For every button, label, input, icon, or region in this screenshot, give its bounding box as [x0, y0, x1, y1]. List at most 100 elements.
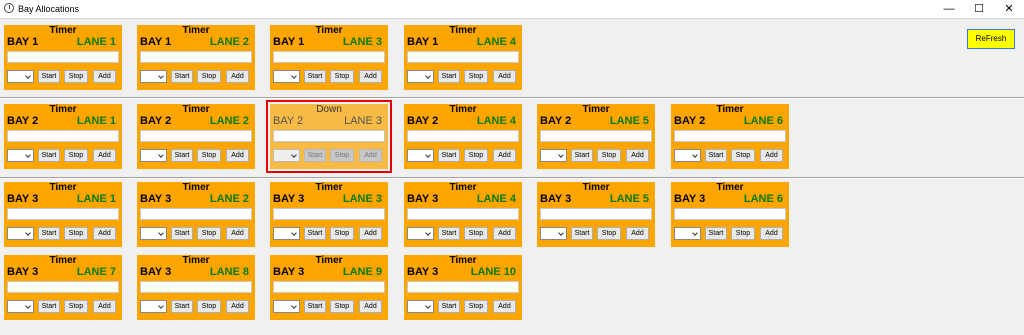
add-button[interactable]: Add	[226, 149, 249, 162]
timer-display-field[interactable]	[407, 281, 519, 293]
close-button[interactable]: ✕	[994, 0, 1024, 18]
stop-button[interactable]: Stop	[464, 227, 488, 240]
add-button[interactable]: Add	[93, 300, 116, 313]
stop-button[interactable]: Stop	[64, 149, 88, 162]
duration-dropdown[interactable]	[140, 149, 167, 162]
timer-display-field[interactable]	[273, 130, 385, 142]
add-button[interactable]: Add	[493, 300, 516, 313]
start-button[interactable]: Start	[438, 300, 460, 313]
add-button[interactable]: Add	[226, 300, 249, 313]
duration-dropdown[interactable]	[407, 227, 434, 240]
start-button[interactable]: Start	[38, 300, 60, 313]
timer-display-field[interactable]	[7, 130, 119, 142]
start-button[interactable]: Start	[438, 70, 460, 83]
timer-display-field[interactable]	[273, 281, 385, 293]
duration-dropdown[interactable]	[7, 227, 34, 240]
stop-button[interactable]: Stop	[731, 227, 755, 240]
start-button[interactable]: Start	[304, 149, 326, 162]
stop-button[interactable]: Stop	[197, 300, 221, 313]
stop-button[interactable]: Stop	[464, 149, 488, 162]
start-button[interactable]: Start	[705, 227, 727, 240]
add-button[interactable]: Add	[359, 149, 382, 162]
stop-button[interactable]: Stop	[64, 300, 88, 313]
duration-dropdown[interactable]	[540, 149, 567, 162]
timer-display-field[interactable]	[273, 51, 385, 63]
duration-dropdown[interactable]	[140, 227, 167, 240]
stop-button[interactable]: Stop	[330, 70, 354, 83]
add-button[interactable]: Add	[626, 227, 649, 240]
stop-button[interactable]: Stop	[197, 149, 221, 162]
duration-dropdown[interactable]	[540, 227, 567, 240]
timer-display-field[interactable]	[674, 130, 786, 142]
timer-display-field[interactable]	[140, 130, 252, 142]
timer-display-field[interactable]	[540, 130, 652, 142]
start-button[interactable]: Start	[38, 227, 60, 240]
maximize-button[interactable]: ☐	[964, 0, 994, 18]
stop-button[interactable]: Stop	[197, 227, 221, 240]
add-button[interactable]: Add	[493, 70, 516, 83]
stop-button[interactable]: Stop	[330, 227, 354, 240]
add-button[interactable]: Add	[760, 227, 783, 240]
stop-button[interactable]: Stop	[731, 149, 755, 162]
stop-button[interactable]: Stop	[330, 300, 354, 313]
add-button[interactable]: Add	[760, 149, 783, 162]
add-button[interactable]: Add	[93, 149, 116, 162]
duration-dropdown[interactable]	[273, 227, 300, 240]
add-button[interactable]: Add	[93, 227, 116, 240]
timer-display-field[interactable]	[674, 208, 786, 220]
duration-dropdown[interactable]	[407, 300, 434, 313]
duration-dropdown[interactable]	[674, 149, 701, 162]
add-button[interactable]: Add	[493, 149, 516, 162]
start-button[interactable]: Start	[38, 149, 60, 162]
start-button[interactable]: Start	[438, 149, 460, 162]
timer-display-field[interactable]	[7, 51, 119, 63]
duration-dropdown[interactable]	[7, 149, 34, 162]
timer-display-field[interactable]	[7, 208, 119, 220]
start-button[interactable]: Start	[304, 227, 326, 240]
timer-display-field[interactable]	[407, 208, 519, 220]
start-button[interactable]: Start	[171, 70, 193, 83]
duration-dropdown[interactable]	[674, 227, 701, 240]
add-button[interactable]: Add	[226, 70, 249, 83]
add-button[interactable]: Add	[493, 227, 516, 240]
start-button[interactable]: Start	[438, 227, 460, 240]
timer-display-field[interactable]	[407, 51, 519, 63]
add-button[interactable]: Add	[359, 227, 382, 240]
refresh-button[interactable]: ReFresh	[967, 29, 1015, 49]
start-button[interactable]: Start	[571, 149, 593, 162]
minimize-button[interactable]: —	[934, 0, 964, 18]
timer-display-field[interactable]	[140, 208, 252, 220]
add-button[interactable]: Add	[626, 149, 649, 162]
duration-dropdown[interactable]	[407, 70, 434, 83]
start-button[interactable]: Start	[38, 70, 60, 83]
start-button[interactable]: Start	[304, 70, 326, 83]
duration-dropdown[interactable]	[140, 70, 167, 83]
timer-display-field[interactable]	[273, 208, 385, 220]
duration-dropdown[interactable]	[140, 300, 167, 313]
timer-display-field[interactable]	[407, 130, 519, 142]
duration-dropdown[interactable]	[407, 149, 434, 162]
stop-button[interactable]: Stop	[464, 70, 488, 83]
duration-dropdown[interactable]	[7, 70, 34, 83]
duration-dropdown[interactable]	[7, 300, 34, 313]
add-button[interactable]: Add	[226, 227, 249, 240]
add-button[interactable]: Add	[93, 70, 116, 83]
start-button[interactable]: Start	[171, 300, 193, 313]
duration-dropdown[interactable]	[273, 70, 300, 83]
timer-display-field[interactable]	[140, 51, 252, 63]
start-button[interactable]: Start	[171, 227, 193, 240]
duration-dropdown[interactable]	[273, 149, 300, 162]
stop-button[interactable]: Stop	[464, 300, 488, 313]
timer-display-field[interactable]	[540, 208, 652, 220]
start-button[interactable]: Start	[304, 300, 326, 313]
duration-dropdown[interactable]	[273, 300, 300, 313]
stop-button[interactable]: Stop	[64, 70, 88, 83]
start-button[interactable]: Start	[171, 149, 193, 162]
start-button[interactable]: Start	[571, 227, 593, 240]
stop-button[interactable]: Stop	[597, 227, 621, 240]
add-button[interactable]: Add	[359, 300, 382, 313]
stop-button[interactable]: Stop	[330, 149, 354, 162]
stop-button[interactable]: Stop	[597, 149, 621, 162]
timer-display-field[interactable]	[7, 281, 119, 293]
add-button[interactable]: Add	[359, 70, 382, 83]
